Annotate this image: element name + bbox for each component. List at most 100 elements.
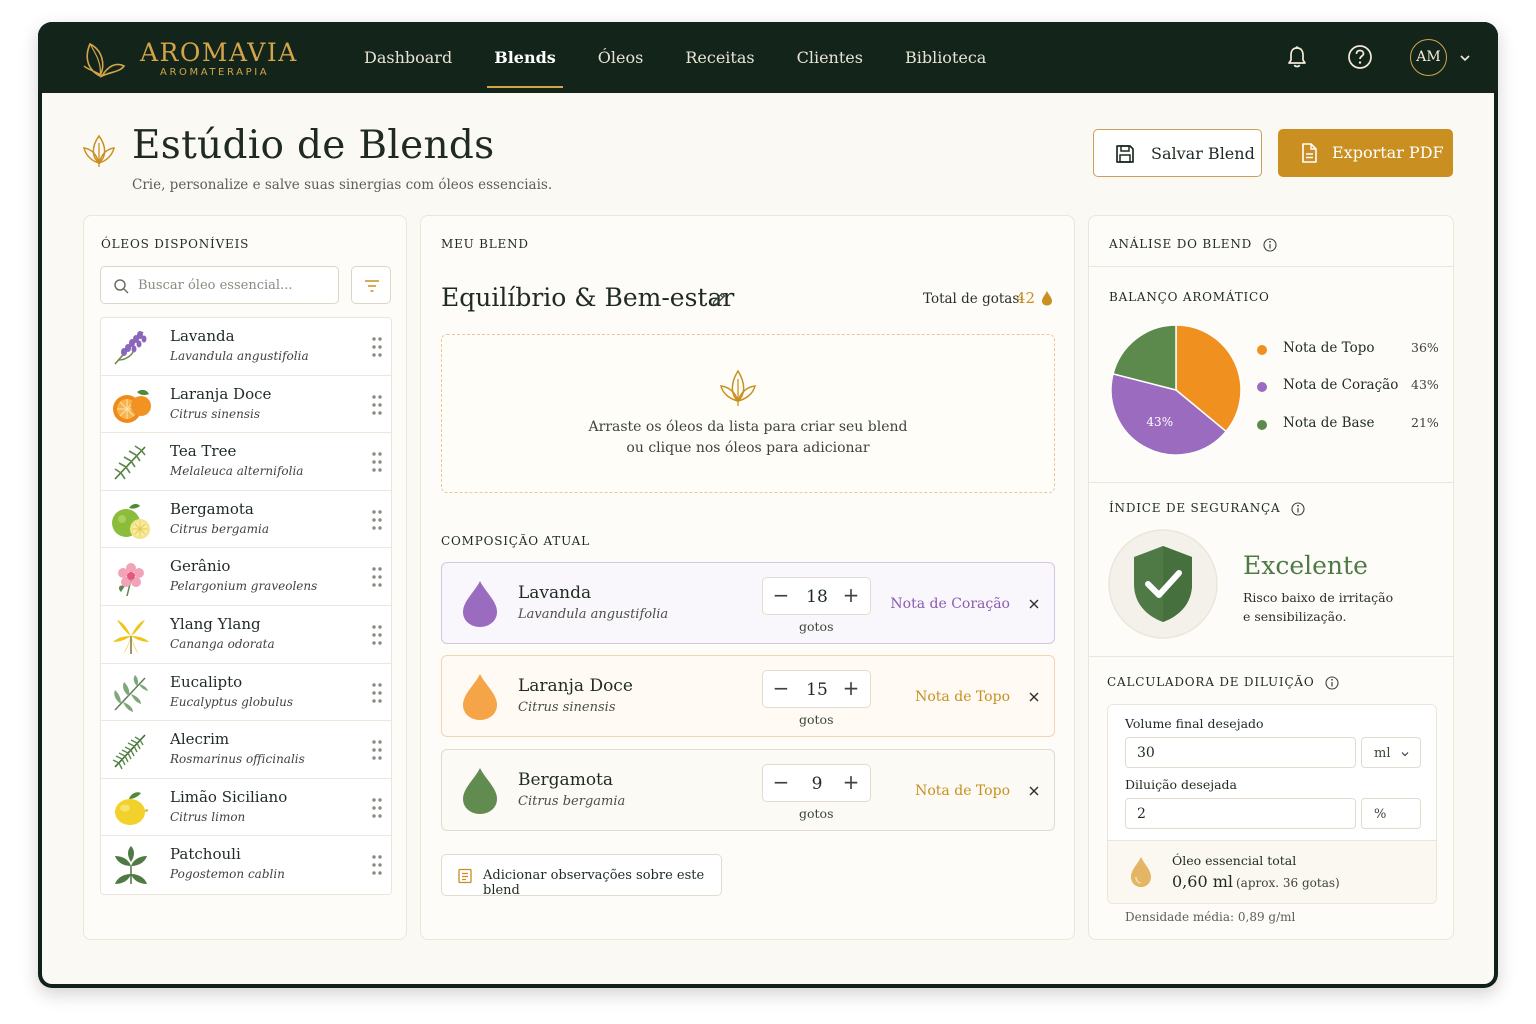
tea-tree-icon	[114, 445, 146, 480]
legend-value: 21%	[1411, 415, 1439, 430]
oils-panel-title: ÓLEOS DISPONÍVEIS	[101, 237, 250, 251]
pencil-edit-icon[interactable]	[711, 291, 727, 307]
oil-list-item[interactable]: Alecrim Rosmarinus officinalis	[101, 721, 391, 779]
oil-name: Ylang Ylang	[170, 614, 261, 633]
drop-icon	[1042, 291, 1052, 306]
drag-handle-icon[interactable]	[371, 509, 383, 531]
drops-value[interactable]: 15	[795, 680, 839, 700]
drop-icon	[1131, 857, 1151, 887]
total-drops-value: 42	[1016, 289, 1036, 307]
blend-dropzone[interactable]: Arraste os óleos da lista para criar seu…	[441, 334, 1055, 493]
analysis-title: ANÁLISE DO BLEND	[1109, 237, 1277, 252]
volume-unit-select[interactable]: ml	[1361, 737, 1421, 768]
eucalyptus-icon	[114, 674, 148, 712]
search-icon	[114, 279, 129, 294]
nav-oleos[interactable]: Óleos	[577, 22, 665, 93]
legend-item: Nota de Coração 43%	[1257, 377, 1439, 397]
drag-handle-icon[interactable]	[371, 336, 383, 358]
drag-handle-icon[interactable]	[371, 682, 383, 704]
dilution-calculator: Volume final desejado 30 ml Diluição des…	[1107, 704, 1437, 904]
info-icon[interactable]	[1291, 501, 1305, 516]
oil-list-item[interactable]: Patchouli Pogostemon cablin	[101, 836, 391, 894]
oil-list-item[interactable]: Limão Siciliano Citrus limon	[101, 779, 391, 837]
volume-input[interactable]: 30	[1125, 737, 1356, 768]
calculator-title-text: CALCULADORA DE DILUIÇÃO	[1107, 675, 1315, 689]
analysis-title-text: ANÁLISE DO BLEND	[1109, 237, 1253, 251]
oil-list-item[interactable]: Laranja Doce Citrus sinensis	[101, 376, 391, 434]
help-icon[interactable]	[1347, 44, 1373, 70]
oil-list-item[interactable]: Bergamota Citrus bergamia	[101, 491, 391, 549]
brand-logo[interactable]: AROMAVIA AROMATERAPIA	[80, 34, 296, 82]
drops-unit: gotos	[799, 806, 834, 821]
info-icon[interactable]	[1263, 237, 1277, 252]
drag-handle-icon[interactable]	[371, 394, 383, 416]
composition-card: Laranja Doce Citrus sinensis −15 + gotos Nota…	[441, 655, 1055, 737]
add-notes-label: Adicionar observações sobre este blend	[483, 868, 705, 898]
blend-panel: MEU BLEND Equilíbrio & Bem-estar Total d…	[420, 215, 1075, 940]
result-approx: (aprox. 36 gotas)	[1236, 876, 1340, 890]
nav-biblioteca[interactable]: Biblioteca	[884, 22, 1007, 93]
drops-value[interactable]: 18	[795, 587, 839, 607]
nav-clientes[interactable]: Clientes	[776, 22, 884, 93]
decrement-button[interactable]: −	[771, 678, 791, 699]
divider	[1089, 656, 1453, 657]
volume-label: Volume final desejado	[1125, 716, 1264, 731]
ylang-ylang-icon	[113, 619, 149, 654]
nav-blends[interactable]: Blends	[473, 22, 577, 93]
oil-name: Bergamota	[170, 499, 254, 518]
decrement-button[interactable]: −	[771, 585, 791, 606]
increment-button[interactable]: +	[841, 678, 861, 699]
oil-list-item[interactable]: Eucalipto Eucalyptus globulus	[101, 664, 391, 722]
oil-list-item[interactable]: Ylang Ylang Cananga odorata	[101, 606, 391, 664]
lavender-icon	[114, 331, 147, 365]
safety-desc-line-1: Risco baixo de irritação	[1243, 590, 1394, 605]
remove-icon[interactable]	[1027, 597, 1041, 611]
composition-card: Bergamota Citrus bergamia −9 + gotos Nota de …	[441, 749, 1055, 831]
oil-search-input[interactable]: Buscar óleo essencial...	[100, 266, 339, 304]
notes-icon	[458, 868, 472, 884]
remove-icon[interactable]	[1027, 690, 1041, 704]
increment-button[interactable]: +	[841, 585, 861, 606]
dilution-unit: %	[1361, 798, 1421, 829]
composition-oil-name: Laranja Doce	[518, 676, 633, 696]
safety-title: ÍNDICE DE SEGURANÇA	[1109, 501, 1305, 516]
drag-handle-icon[interactable]	[371, 797, 383, 819]
filter-button[interactable]	[351, 266, 391, 304]
note-type-label: Nota de Coração	[890, 596, 1010, 612]
legend-dot	[1257, 382, 1267, 392]
save-icon	[1116, 145, 1134, 163]
dilution-input[interactable]: 2	[1125, 798, 1356, 829]
density-note: Densidade média: 0,89 g/ml	[1125, 910, 1296, 924]
composition-oil-name: Lavanda	[518, 583, 592, 603]
legend-label: Nota de Coração	[1283, 377, 1399, 393]
user-avatar[interactable]: AM	[1410, 39, 1447, 76]
drag-handle-icon[interactable]	[371, 624, 383, 646]
safety-desc-line-2: e sensibilização.	[1243, 609, 1347, 624]
drag-handle-icon[interactable]	[371, 451, 383, 473]
remove-icon[interactable]	[1027, 784, 1041, 798]
legend-label: Nota de Topo	[1283, 340, 1375, 356]
oil-list-item[interactable]: Gerânio Pelargonium graveolens	[101, 548, 391, 606]
blend-name[interactable]: Equilíbrio & Bem-estar	[441, 283, 734, 312]
drag-handle-icon[interactable]	[371, 739, 383, 761]
nav-receitas[interactable]: Receitas	[664, 22, 775, 93]
page-subtitle: Crie, personalize e salve suas sinergias…	[132, 177, 553, 193]
page-content: Estúdio de Blends Crie, personalize e sa…	[42, 93, 1494, 984]
increment-button[interactable]: +	[841, 772, 861, 793]
drops-value[interactable]: 9	[795, 774, 839, 794]
drag-handle-icon[interactable]	[371, 854, 383, 876]
add-notes-button[interactable]: Adicionar observações sobre este blend	[441, 854, 722, 898]
nav-dashboard[interactable]: Dashboard	[343, 22, 473, 93]
oil-list-item[interactable]: Tea Tree Melaleuca alternifolia	[101, 433, 391, 491]
drag-handle-icon[interactable]	[371, 566, 383, 588]
main-nav: Dashboard Blends Óleos Receitas Clientes…	[343, 22, 1007, 93]
chevron-down-icon[interactable]	[1458, 51, 1472, 65]
decrement-button[interactable]: −	[771, 772, 791, 793]
export-pdf-button[interactable]: Exportar PDF	[1278, 129, 1453, 177]
save-blend-button[interactable]: Salvar Blend	[1093, 129, 1262, 177]
oil-drop-icon	[463, 768, 497, 814]
info-icon[interactable]	[1325, 675, 1339, 690]
oil-list-item[interactable]: Lavanda Lavandula angustifolia	[101, 318, 391, 376]
legend-item: Nota de Topo 36%	[1257, 340, 1439, 360]
bell-icon[interactable]	[1284, 44, 1310, 70]
